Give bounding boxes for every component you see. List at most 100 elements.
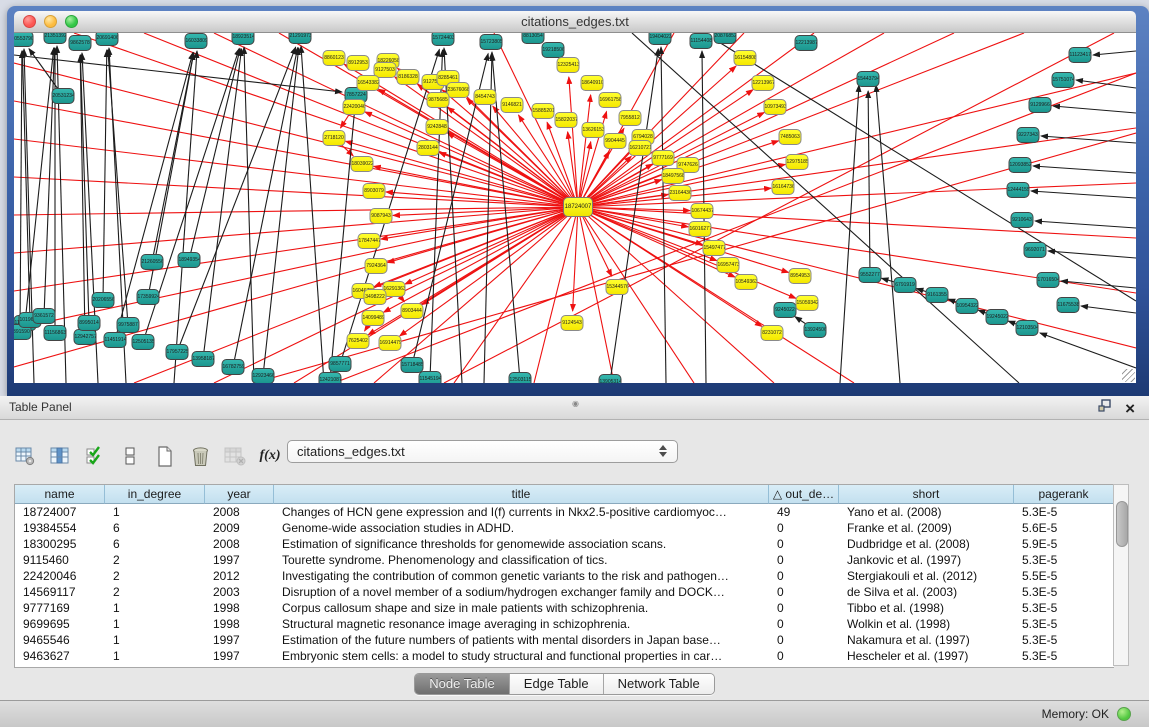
table-cell[interactable]: 1997 [205,632,274,648]
network-canvas[interactable]: 1872400720553790213513929862578206914061… [14,33,1136,383]
network-node[interactable]: 8903079 [363,183,386,199]
network-node[interactable]: 9227343 [1017,127,1040,143]
float-panel-icon[interactable] [1098,399,1113,418]
network-node[interactable]: 10973493 [764,99,787,115]
network-node[interactable]: 8860123 [323,50,346,66]
table-row[interactable]: 977716911998Corpus callosum shape and si… [15,600,1114,616]
table-cell[interactable]: 9699695 [15,616,105,632]
network-node[interactable]: 22420046 [343,99,366,115]
table-cell[interactable]: 0 [769,648,839,664]
function-icon[interactable]: f(x) [259,445,281,467]
network-node[interactable]: 15724403 [432,33,455,46]
network-node[interactable]: 11156863 [44,325,67,341]
table-cell[interactable]: Investigating the contribution of common… [274,568,769,584]
network-node[interactable]: 21260556 [141,254,164,270]
delete-trash-icon[interactable] [189,445,211,467]
network-node[interactable]: 9129966 [1029,97,1052,113]
table-cell[interactable]: Dudbridge et al. (2008) [839,536,1014,552]
splitter-handle[interactable]: ◉ [572,399,579,408]
table-row[interactable]: 946554611997Estimation of the future num… [15,632,1114,648]
network-node[interactable]: 20206556 [92,292,115,308]
network-node[interactable]: 12505135 [132,334,155,350]
network-node[interactable]: 7485063 [779,129,802,145]
table-cell[interactable]: 9463627 [15,648,105,664]
network-node[interactable]: 12975185 [786,154,809,170]
table-cell[interactable]: Tourette syndrome. Phenomenology and cla… [274,552,769,568]
network-node[interactable]: 18640910 [581,75,604,91]
table-cell[interactable]: 1 [105,648,205,664]
column-header-pagerank[interactable]: pagerank [1014,485,1114,504]
table-cell[interactable]: Wolkin et al. (1998) [839,616,1014,632]
table-cell[interactable]: 0 [769,584,839,600]
table-cell[interactable]: 1 [105,632,205,648]
table-row[interactable]: 1830029562008Estimation of significance … [15,536,1114,552]
network-node[interactable]: 12213987 [795,35,818,51]
new-table-icon[interactable] [154,445,176,467]
table-cell[interactable]: Stergiakouli et al. (2012) [839,568,1014,584]
table-cell[interactable]: Estimation of significance thresholds fo… [274,536,769,552]
network-node[interactable]: 9245022 [774,302,797,318]
network-node[interactable]: 16961758 [599,92,622,108]
table-cell[interactable]: 1 [105,616,205,632]
scrollbar-thumb[interactable] [1116,501,1128,547]
network-node[interactable]: 19404023 [649,33,672,45]
table-cell[interactable]: 18300295 [15,536,105,552]
network-node[interactable]: 15723805 [480,34,503,50]
table-cell[interactable]: Hescheler et al. (1997) [839,648,1014,664]
table-cell[interactable]: 2 [105,552,205,568]
network-node[interactable]: 20691406 [96,33,119,46]
show-column-icon[interactable] [49,445,71,467]
network-node[interactable]: 8995014 [78,315,101,331]
network-node[interactable]: 7955812 [619,110,642,126]
network-node[interactable]: 11154408 [690,33,713,49]
table-cell[interactable]: 6 [105,536,205,552]
network-node[interactable]: 12421087 [319,372,342,383]
network-node[interactable]: 18039022 [351,156,374,172]
table-cell[interactable]: 5.9E-5 [1014,536,1114,552]
table-cell[interactable]: 18724007 [15,504,105,520]
table-cell[interactable]: Franke et al. (2009) [839,520,1014,536]
network-node[interactable]: 23164436 [669,185,692,201]
network-node[interactable]: 12213967 [752,75,775,91]
network-node[interactable]: 17957225 [166,344,189,360]
network-node[interactable]: 16154808 [734,50,757,66]
network-node[interactable]: 10549363 [735,274,758,290]
network-node[interactable]: 9777169 [652,150,675,166]
table-cell[interactable]: 5.3E-5 [1014,504,1114,520]
table-cell[interactable]: 2008 [205,536,274,552]
network-node[interactable]: 20553790 [14,33,34,47]
network-node[interactable]: 15822037 [555,112,578,128]
network-node[interactable]: 6791919 [894,277,917,293]
table-row[interactable]: 2242004622012Investigating the contribut… [15,568,1114,584]
network-node[interactable]: 19245022 [986,309,1009,325]
table-cell[interactable]: 5.3E-5 [1014,648,1114,664]
table-cell[interactable]: 5.3E-5 [1014,600,1114,616]
table-cell[interactable]: 5.3E-5 [1014,584,1114,600]
network-node[interactable]: 9857771 [329,356,352,372]
table-cell[interactable]: 1998 [205,616,274,632]
tab-network-table[interactable]: Network Table [604,674,714,694]
table-cell[interactable]: 9777169 [15,600,105,616]
network-node[interactable]: 11675538 [1057,297,1080,313]
table-cell[interactable]: Estimation of the future numbers of pati… [274,632,769,648]
network-node[interactable]: 2718120 [323,130,346,146]
table-cell[interactable]: 0 [769,552,839,568]
network-node[interactable]: 9552277 [859,267,882,283]
network-node[interactable]: 9975887 [117,317,140,333]
table-cell[interactable]: 22420046 [15,568,105,584]
network-node[interactable]: 9087943 [370,208,393,224]
table-cell[interactable]: 1997 [205,552,274,568]
network-node[interactable]: 7924364 [365,258,388,274]
table-cell[interactable]: Jankovic et al. (1997) [839,552,1014,568]
table-selector-dropdown[interactable]: citations_edges.txt [287,440,678,463]
table-cell[interactable]: 2012 [205,568,274,584]
network-node[interactable]: 7625402 [347,333,370,349]
table-cell[interactable]: 19384554 [15,520,105,536]
network-node[interactable]: 12103504 [1016,320,1039,336]
table-cell[interactable]: Nakamura et al. (1997) [839,632,1014,648]
table-cell[interactable]: Disruption of a novel member of a sodium… [274,584,769,600]
table-cell[interactable]: 2 [105,568,205,584]
network-node[interactable]: 15885201 [532,103,555,119]
network-node[interactable]: 12444155 [1007,182,1030,198]
network-node[interactable]: 16016277 [689,221,712,237]
